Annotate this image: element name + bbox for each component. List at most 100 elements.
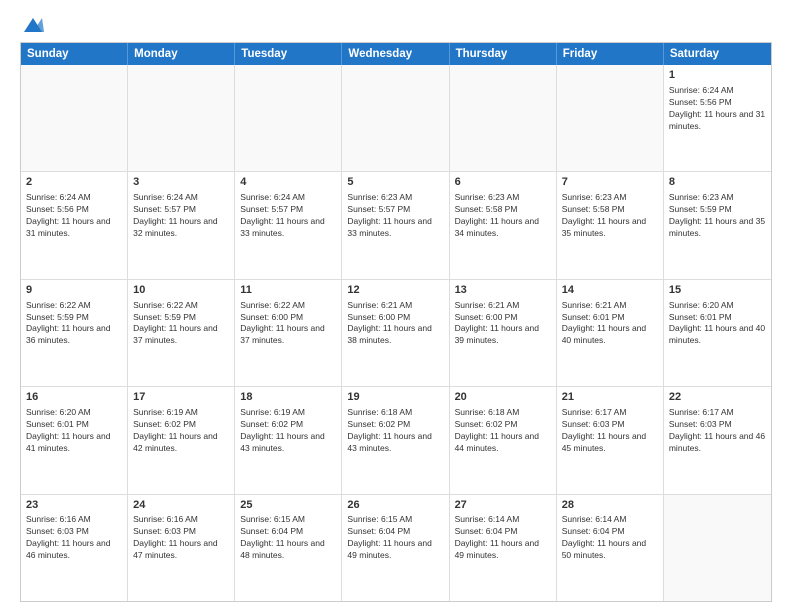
day-cell-24: 24Sunrise: 6:16 AM Sunset: 6:03 PM Dayli…: [128, 495, 235, 601]
day-number: 28: [562, 498, 658, 513]
empty-cell-0-3: [342, 65, 449, 171]
day-number: 23: [26, 498, 122, 513]
day-cell-22: 22 Sunrise: 6:17 AM Sunset: 6:03 PM Dayli…: [664, 387, 771, 493]
day-info: Sunrise: 6:19 AM Sunset: 6:02 PM Dayligh…: [240, 407, 336, 455]
day-cell-23: 23Sunrise: 6:16 AM Sunset: 6:03 PM Dayli…: [21, 495, 128, 601]
day-info: Sunrise: 6:18 AM Sunset: 6:02 PM Dayligh…: [455, 407, 551, 455]
day-number: 27: [455, 498, 551, 513]
day-number: 1: [669, 68, 766, 83]
day-info: Sunrise: 6:19 AM Sunset: 6:02 PM Dayligh…: [133, 407, 229, 455]
page: SundayMondayTuesdayWednesdayThursdayFrid…: [0, 0, 792, 612]
day-number: 5: [347, 175, 443, 190]
day-number: 19: [347, 390, 443, 405]
day-cell-15: 15 Sunrise: 6:20 AM Sunset: 6:01 PM Dayli…: [664, 280, 771, 386]
day-info: Sunrise: 6:22 AM Sunset: 6:00 PM Dayligh…: [240, 300, 336, 348]
week-row-2: 2 Sunrise: 6:24 AM Sunset: 5:56 PM Daylig…: [21, 171, 771, 278]
day-number: 24: [133, 498, 229, 513]
header-day-thursday: Thursday: [450, 43, 557, 65]
header-day-tuesday: Tuesday: [235, 43, 342, 65]
logo-icon: [22, 16, 44, 34]
header-day-saturday: Saturday: [664, 43, 771, 65]
day-cell-11: 11 Sunrise: 6:22 AM Sunset: 6:00 PM Dayli…: [235, 280, 342, 386]
empty-cell-4-6: [664, 495, 771, 601]
day-number: 8: [669, 175, 766, 190]
day-cell-7: 7 Sunrise: 6:23 AM Sunset: 5:58 PM Daylig…: [557, 172, 664, 278]
day-info: Sunrise: 6:24 AM Sunset: 5:57 PM Dayligh…: [240, 192, 336, 240]
day-info: Sunrise: 6:24 AM Sunset: 5:56 PM Dayligh…: [26, 192, 122, 240]
day-number: 2: [26, 175, 122, 190]
day-cell-6: 6 Sunrise: 6:23 AM Sunset: 5:58 PM Daylig…: [450, 172, 557, 278]
day-cell-18: 18Sunrise: 6:19 AM Sunset: 6:02 PM Dayli…: [235, 387, 342, 493]
day-number: 7: [562, 175, 658, 190]
day-cell-14: 14 Sunrise: 6:21 AM Sunset: 6:01 PM Dayli…: [557, 280, 664, 386]
day-info: Sunrise: 6:14 AM Sunset: 6:04 PM Dayligh…: [455, 514, 551, 562]
day-number: 6: [455, 175, 551, 190]
day-info: Sunrise: 6:16 AM Sunset: 6:03 PM Dayligh…: [26, 514, 122, 562]
header-day-monday: Monday: [128, 43, 235, 65]
calendar: SundayMondayTuesdayWednesdayThursdayFrid…: [20, 42, 772, 602]
day-cell-21: 21 Sunrise: 6:17 AM Sunset: 6:03 PM Dayli…: [557, 387, 664, 493]
day-info: Sunrise: 6:24 AM Sunset: 5:56 PM Dayligh…: [669, 85, 766, 133]
day-cell-26: 26Sunrise: 6:15 AM Sunset: 6:04 PM Dayli…: [342, 495, 449, 601]
logo: [20, 16, 44, 34]
day-number: 25: [240, 498, 336, 513]
day-number: 20: [455, 390, 551, 405]
day-number: 11: [240, 283, 336, 298]
day-info: Sunrise: 6:15 AM Sunset: 6:04 PM Dayligh…: [347, 514, 443, 562]
empty-cell-0-0: [21, 65, 128, 171]
header-day-wednesday: Wednesday: [342, 43, 449, 65]
day-info: Sunrise: 6:15 AM Sunset: 6:04 PM Dayligh…: [240, 514, 336, 562]
empty-cell-0-1: [128, 65, 235, 171]
day-info: Sunrise: 6:17 AM Sunset: 6:03 PM Dayligh…: [669, 407, 766, 455]
day-cell-4: 4Sunrise: 6:24 AM Sunset: 5:57 PM Daylig…: [235, 172, 342, 278]
week-row-1: 1 Sunrise: 6:24 AM Sunset: 5:56 PM Daylig…: [21, 65, 771, 171]
day-cell-9: 9 Sunrise: 6:22 AM Sunset: 5:59 PM Daylig…: [21, 280, 128, 386]
day-cell-10: 10Sunrise: 6:22 AM Sunset: 5:59 PM Dayli…: [128, 280, 235, 386]
day-info: Sunrise: 6:22 AM Sunset: 5:59 PM Dayligh…: [26, 300, 122, 348]
week-row-5: 23Sunrise: 6:16 AM Sunset: 6:03 PM Dayli…: [21, 494, 771, 601]
day-cell-12: 12 Sunrise: 6:21 AM Sunset: 6:00 PM Dayli…: [342, 280, 449, 386]
day-number: 9: [26, 283, 122, 298]
day-cell-25: 25Sunrise: 6:15 AM Sunset: 6:04 PM Dayli…: [235, 495, 342, 601]
day-info: Sunrise: 6:17 AM Sunset: 6:03 PM Dayligh…: [562, 407, 658, 455]
header-day-friday: Friday: [557, 43, 664, 65]
day-cell-27: 27Sunrise: 6:14 AM Sunset: 6:04 PM Dayli…: [450, 495, 557, 601]
day-info: Sunrise: 6:20 AM Sunset: 6:01 PM Dayligh…: [669, 300, 766, 348]
day-cell-16: 16Sunrise: 6:20 AM Sunset: 6:01 PM Dayli…: [21, 387, 128, 493]
empty-cell-0-2: [235, 65, 342, 171]
calendar-header: SundayMondayTuesdayWednesdayThursdayFrid…: [21, 43, 771, 65]
day-cell-2: 2 Sunrise: 6:24 AM Sunset: 5:56 PM Daylig…: [21, 172, 128, 278]
day-cell-1: 1 Sunrise: 6:24 AM Sunset: 5:56 PM Daylig…: [664, 65, 771, 171]
day-number: 21: [562, 390, 658, 405]
week-row-3: 9 Sunrise: 6:22 AM Sunset: 5:59 PM Daylig…: [21, 279, 771, 386]
day-cell-3: 3 Sunrise: 6:24 AM Sunset: 5:57 PM Daylig…: [128, 172, 235, 278]
day-number: 22: [669, 390, 766, 405]
day-info: Sunrise: 6:23 AM Sunset: 5:59 PM Dayligh…: [669, 192, 766, 240]
day-number: 15: [669, 283, 766, 298]
calendar-body: 1 Sunrise: 6:24 AM Sunset: 5:56 PM Daylig…: [21, 65, 771, 601]
day-info: Sunrise: 6:21 AM Sunset: 6:00 PM Dayligh…: [455, 300, 551, 348]
empty-cell-0-4: [450, 65, 557, 171]
day-info: Sunrise: 6:16 AM Sunset: 6:03 PM Dayligh…: [133, 514, 229, 562]
header-day-sunday: Sunday: [21, 43, 128, 65]
day-info: Sunrise: 6:21 AM Sunset: 6:00 PM Dayligh…: [347, 300, 443, 348]
day-info: Sunrise: 6:23 AM Sunset: 5:58 PM Dayligh…: [562, 192, 658, 240]
day-number: 12: [347, 283, 443, 298]
day-info: Sunrise: 6:22 AM Sunset: 5:59 PM Dayligh…: [133, 300, 229, 348]
day-info: Sunrise: 6:18 AM Sunset: 6:02 PM Dayligh…: [347, 407, 443, 455]
day-info: Sunrise: 6:14 AM Sunset: 6:04 PM Dayligh…: [562, 514, 658, 562]
day-cell-5: 5 Sunrise: 6:23 AM Sunset: 5:57 PM Daylig…: [342, 172, 449, 278]
day-number: 13: [455, 283, 551, 298]
day-info: Sunrise: 6:24 AM Sunset: 5:57 PM Dayligh…: [133, 192, 229, 240]
header: [20, 16, 772, 34]
day-cell-20: 20 Sunrise: 6:18 AM Sunset: 6:02 PM Dayli…: [450, 387, 557, 493]
day-cell-28: 28Sunrise: 6:14 AM Sunset: 6:04 PM Dayli…: [557, 495, 664, 601]
day-number: 3: [133, 175, 229, 190]
day-info: Sunrise: 6:21 AM Sunset: 6:01 PM Dayligh…: [562, 300, 658, 348]
day-info: Sunrise: 6:23 AM Sunset: 5:58 PM Dayligh…: [455, 192, 551, 240]
week-row-4: 16Sunrise: 6:20 AM Sunset: 6:01 PM Dayli…: [21, 386, 771, 493]
day-cell-17: 17Sunrise: 6:19 AM Sunset: 6:02 PM Dayli…: [128, 387, 235, 493]
day-cell-8: 8 Sunrise: 6:23 AM Sunset: 5:59 PM Daylig…: [664, 172, 771, 278]
day-info: Sunrise: 6:23 AM Sunset: 5:57 PM Dayligh…: [347, 192, 443, 240]
day-number: 14: [562, 283, 658, 298]
